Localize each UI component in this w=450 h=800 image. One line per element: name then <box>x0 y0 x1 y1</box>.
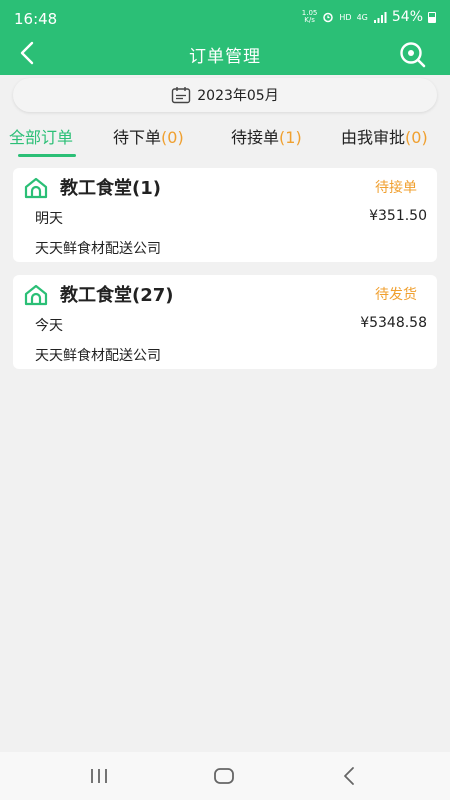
order-status: 待发货 <box>375 287 417 303</box>
search-eye-icon[interactable] <box>398 39 428 69</box>
home-icon[interactable] <box>209 764 239 788</box>
tab-count: (0) <box>161 128 184 147</box>
month-filter-label: 2023年05月 <box>197 88 279 104</box>
supplier-name: 天天鲜食材配送公司 <box>35 241 161 257</box>
status-icons: 1.05 K/s HD 4G 54% <box>302 9 436 25</box>
recent-apps-icon[interactable] <box>84 764 114 788</box>
supplier-name: 天天鲜食材配送公司 <box>35 348 161 364</box>
canteen-name: 教工食堂(1) <box>60 178 161 199</box>
month-filter-button[interactable]: 2023年05月 <box>13 78 437 112</box>
back-icon[interactable] <box>335 764 365 788</box>
network-speed: 1.05 K/s <box>302 10 318 24</box>
tab-pending-order[interactable]: 待下单(0) <box>113 124 184 148</box>
tab-label: 待接单 <box>231 128 280 147</box>
delivery-day: 明天 <box>35 211 63 227</box>
network-speed-unit: K/s <box>304 16 315 24</box>
canteen-home-icon <box>24 177 48 199</box>
nav-bar: 订单管理 <box>0 36 450 72</box>
order-amount: ¥5348.58 <box>360 315 427 331</box>
app-header: 16:48 1.05 K/s HD 4G 54% 订单管理 <box>0 0 450 75</box>
order-card[interactable]: 教工食堂(27) 待发货 今天 ¥5348.58 天天鲜食材配送公司 <box>13 275 437 369</box>
order-amount: ¥351.50 <box>369 208 427 224</box>
network-type: 4G <box>356 12 368 22</box>
canteen-name: 教工食堂(27) <box>60 285 174 306</box>
tab-all-orders[interactable]: 全部订单 <box>9 124 73 148</box>
system-nav-bar <box>0 752 450 800</box>
active-tab-indicator <box>18 154 76 157</box>
battery-percent: 54% <box>391 9 423 25</box>
tab-pending-accept[interactable]: 待接单(1) <box>231 124 302 148</box>
status-time: 16:48 <box>14 10 58 28</box>
tab-label: 待下单 <box>113 128 162 147</box>
alarm-icon <box>323 12 334 23</box>
order-status-tabs: 全部订单 待下单(0) 待接单(1) 由我审批(0) <box>0 120 450 160</box>
status-bar: 16:48 1.05 K/s HD 4G 54% <box>0 0 450 36</box>
hd-label: HD <box>339 12 352 22</box>
delivery-day: 今天 <box>35 318 63 334</box>
order-status: 待接单 <box>375 180 417 196</box>
order-card[interactable]: 教工食堂(1) 待接单 明天 ¥351.50 天天鲜食材配送公司 <box>13 168 437 262</box>
battery-icon <box>428 11 436 23</box>
tab-label: 由我审批 <box>341 128 406 147</box>
canteen-home-icon <box>24 284 48 306</box>
calendar-icon <box>172 87 191 104</box>
signal-icon <box>373 11 387 23</box>
tab-count: (1) <box>279 128 302 147</box>
page-title: 订单管理 <box>189 47 261 67</box>
tab-my-approval[interactable]: 由我审批(0) <box>341 124 428 148</box>
tab-label: 全部订单 <box>9 128 74 147</box>
tab-count: (0) <box>405 128 428 147</box>
